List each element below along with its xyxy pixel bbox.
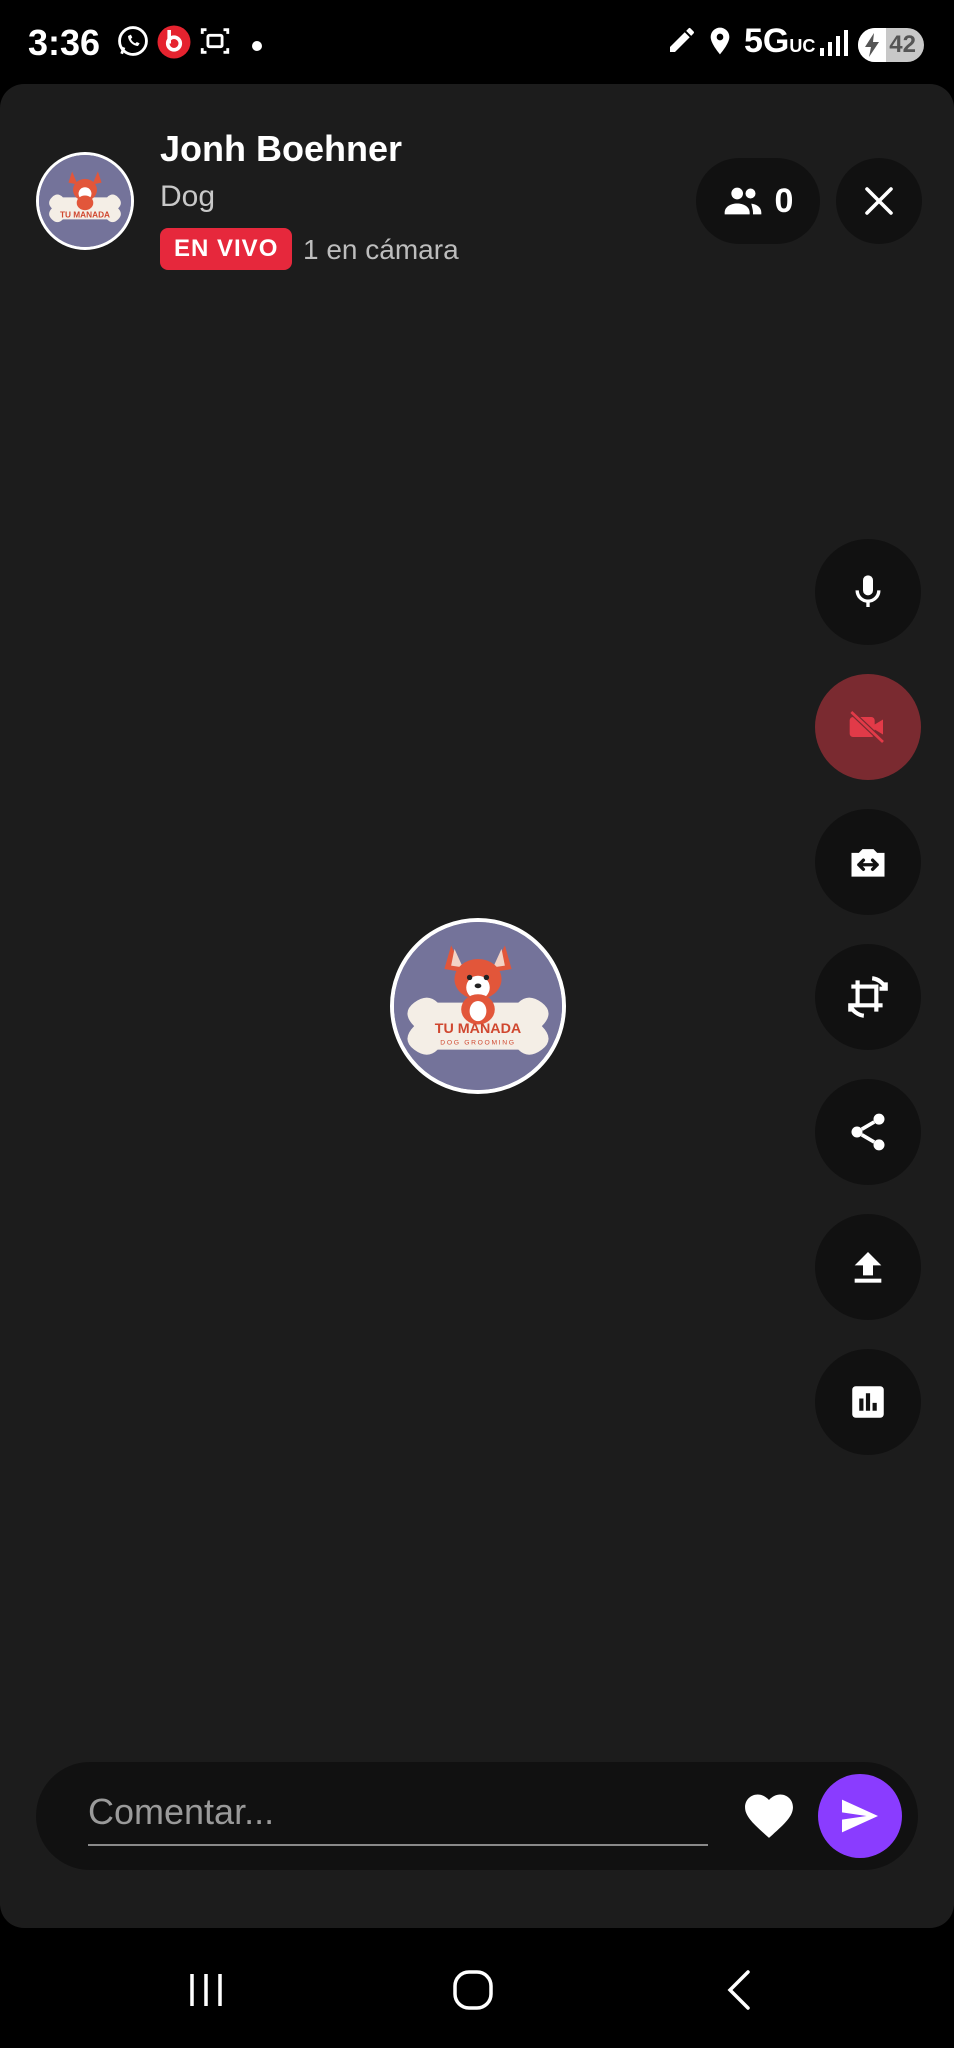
camera-off-button[interactable]: [815, 674, 921, 780]
share-button[interactable]: [815, 1079, 921, 1185]
svg-text:DOG GROOMING: DOG GROOMING: [440, 1040, 515, 1047]
people-icon: [724, 187, 761, 215]
charging-icon: [865, 33, 879, 57]
notification-dot-icon: [252, 38, 262, 56]
close-icon: [865, 187, 893, 215]
live-stream-panel: TU MANADA Jonh Boehner Dog EN VIVO 1 en …: [0, 84, 954, 1928]
recent-apps-icon: [190, 1974, 222, 2006]
screenshot-icon: [198, 24, 232, 63]
network-type: 5GUC: [744, 22, 816, 60]
crop-rotate-icon: [848, 976, 888, 1018]
stats-button[interactable]: [815, 1349, 921, 1455]
host-name: Jonh Boehner: [160, 128, 403, 169]
heart-icon: [745, 1794, 793, 1838]
comment-input[interactable]: [88, 1780, 708, 1846]
comment-bar: [36, 1762, 918, 1870]
status-time: 3:36: [28, 22, 101, 63]
camera-switch-icon: [851, 849, 885, 877]
location-icon: [704, 24, 736, 63]
upload-button[interactable]: [815, 1214, 921, 1320]
like-button[interactable]: [744, 1792, 794, 1840]
camera-count: 1 en cámara: [303, 234, 459, 265]
svg-text:TU MANADA: TU MANADA: [60, 211, 110, 220]
back-icon: [727, 1970, 750, 2010]
stream-placeholder-avatar: TU MANADA DOG GROOMING: [390, 918, 566, 1094]
edit-icon: [666, 24, 698, 61]
battery-indicator: 42: [858, 28, 924, 62]
live-badge: EN VIVO: [160, 228, 293, 270]
back-button[interactable]: [700, 1960, 780, 2020]
send-icon: [842, 1799, 878, 1833]
viewer-count: 0: [774, 181, 794, 220]
home-button[interactable]: [433, 1960, 513, 2020]
status-bar: 3:36 5GUC 42: [0, 0, 954, 84]
tu-manada-logo: TU MANADA DOG GROOMING: [394, 922, 562, 1090]
viewers-button[interactable]: 0: [696, 158, 820, 244]
bar-chart-icon: [852, 1386, 884, 1418]
system-nav-bar: [0, 1928, 954, 2048]
share-icon: [851, 1113, 885, 1151]
rotate-button[interactable]: [815, 944, 921, 1050]
signal-icon: [818, 28, 852, 63]
switch-camera-button[interactable]: [815, 809, 921, 915]
microphone-button[interactable]: [815, 539, 921, 645]
send-button[interactable]: [818, 1774, 902, 1858]
beats-icon: [156, 24, 192, 65]
recent-apps-button[interactable]: [166, 1960, 246, 2020]
tu-manada-logo: TU MANADA: [39, 155, 131, 247]
upload-icon: [854, 1252, 882, 1283]
host-avatar[interactable]: TU MANADA: [36, 152, 134, 250]
whatsapp-icon: [116, 24, 150, 63]
microphone-icon: [855, 575, 881, 607]
home-icon: [453, 1970, 493, 2010]
host-category: Dog: [160, 180, 216, 213]
svg-text:TU MANADA: TU MANADA: [435, 1021, 521, 1037]
video-off-icon: [849, 710, 885, 744]
close-button[interactable]: [836, 158, 922, 244]
